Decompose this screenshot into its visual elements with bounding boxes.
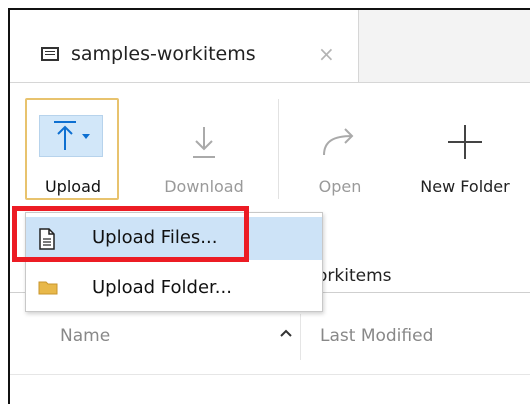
upload-dropdown-menu: Upload Files... Upload Folder... [25,212,323,312]
tab-strip: samples-workitems × [10,10,530,83]
folder-icon [38,281,58,295]
menu-item-label: Upload Folder... [92,277,232,298]
new-folder-button[interactable]: New Folder [400,83,530,215]
column-header-last-modified[interactable]: Last Modified [320,326,433,346]
menu-item-label: Upload Files... [92,227,218,248]
menu-item-upload-folder[interactable]: Upload Folder... [26,267,322,310]
menu-item-upload-files[interactable]: Upload Files... [26,217,322,260]
tab-title: samples-workitems [71,43,256,65]
address-path: orkitems [317,266,392,286]
toolbar: Upload Download Open New Folder [10,83,530,215]
file-icon [39,228,55,250]
upload-button[interactable]: Upload [25,83,121,215]
close-icon[interactable]: × [318,42,335,66]
open-button-label: Open [318,177,362,196]
new-folder-button-label: New Folder [420,177,510,196]
download-icon [193,127,215,158]
plus-icon [448,125,482,159]
tab-samples-workitems[interactable]: samples-workitems × [10,10,359,82]
download-button[interactable]: Download [140,83,268,215]
column-divider[interactable] [300,314,301,360]
upload-button-label: Upload [44,177,102,196]
open-button[interactable]: Open [300,83,380,215]
storage-container-icon [41,47,59,61]
download-button-label: Download [164,177,244,196]
toolbar-divider [278,99,279,199]
sort-ascending-icon[interactable] [280,329,292,337]
open-arrow-icon [323,128,354,156]
column-header-name[interactable]: Name [60,326,110,346]
upload-icon [39,115,103,157]
